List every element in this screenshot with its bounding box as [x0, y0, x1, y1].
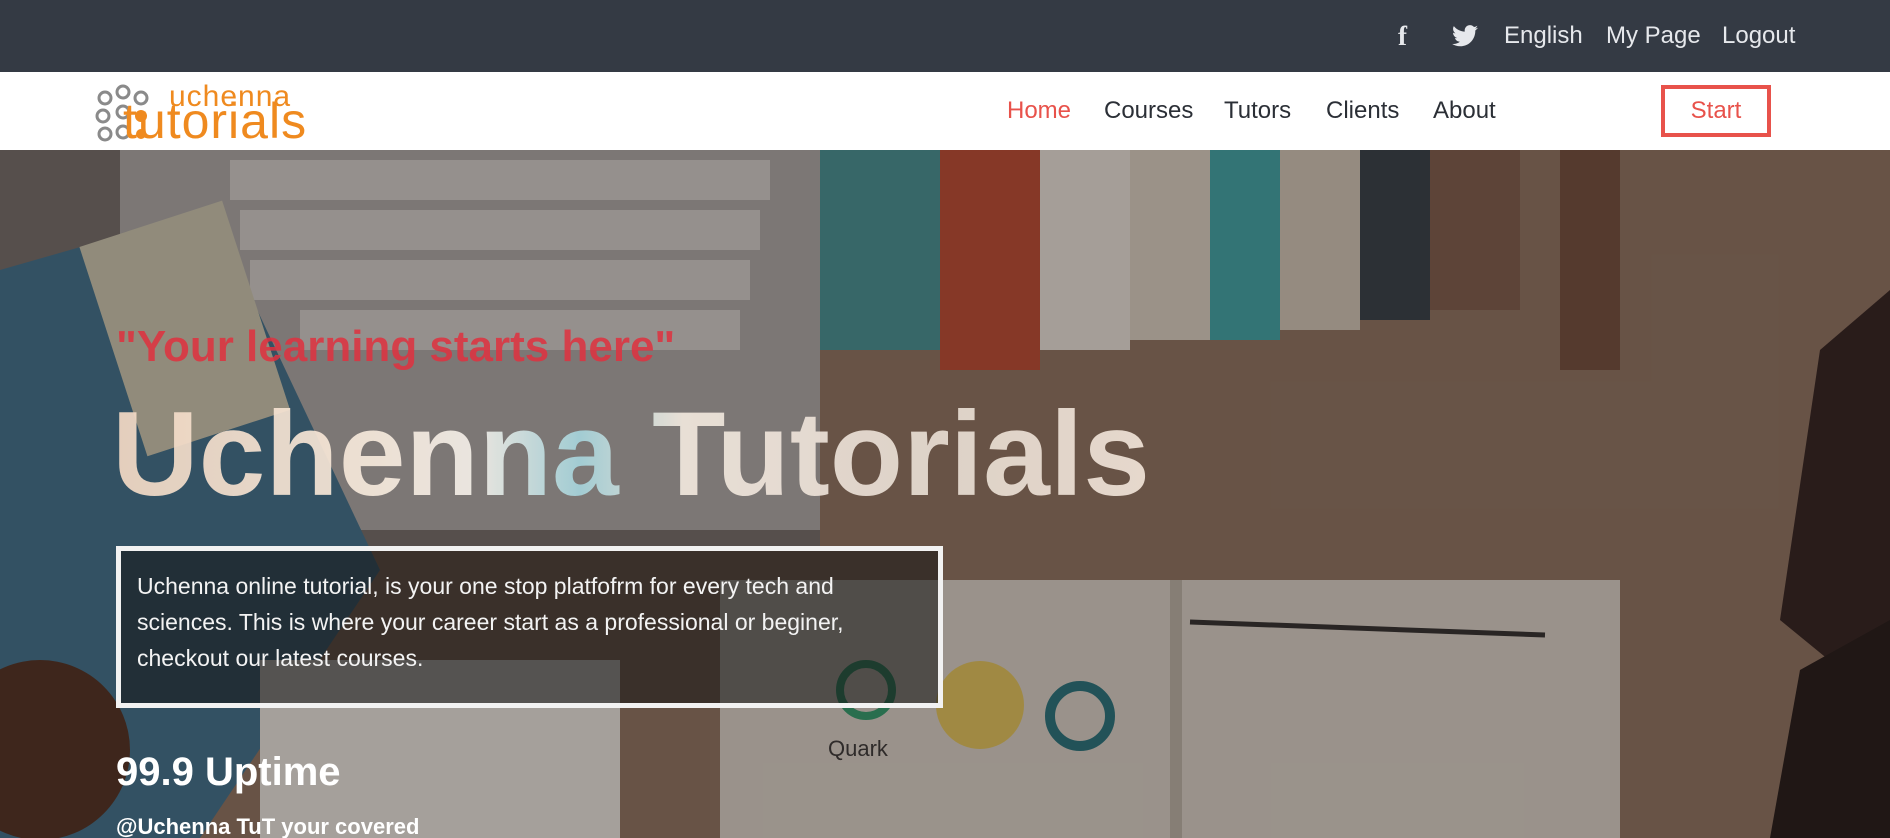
hero-description: Uchenna online tutorial, is your one sto…: [137, 573, 844, 671]
nav-about[interactable]: About: [1433, 72, 1496, 150]
hero-subtext: @Uchenna TuT your covered: [116, 814, 420, 838]
language-link[interactable]: English: [1504, 0, 1583, 72]
top-bar: f English My Page Logout: [0, 0, 1890, 72]
hero-title: Uchenna Tutorials: [112, 387, 1150, 521]
nav-courses[interactable]: Courses: [1104, 72, 1193, 150]
twitter-icon[interactable]: [1452, 0, 1480, 72]
logo-text-bottom: tutorials: [123, 93, 308, 149]
hero-description-box: Uchenna online tutorial, is your one sto…: [116, 546, 943, 708]
nav-tutors[interactable]: Tutors: [1224, 72, 1291, 150]
logout-link[interactable]: Logout: [1722, 0, 1795, 72]
main-nav: uchenna tutorials Home Courses Tutors Cl…: [0, 72, 1890, 150]
hero-tagline: "Your learning starts here": [116, 322, 676, 371]
start-button[interactable]: Start: [1661, 85, 1771, 137]
nav-home[interactable]: Home: [1007, 72, 1071, 150]
hero-section: Quark "Your learning starts here" Uchenn…: [0, 150, 1890, 838]
uptime-stat: 99.9 Uptime: [116, 750, 341, 794]
my-page-link[interactable]: My Page: [1606, 0, 1701, 72]
site-logo[interactable]: uchenna tutorials: [95, 80, 375, 149]
nav-clients[interactable]: Clients: [1326, 72, 1399, 150]
facebook-icon[interactable]: f: [1398, 0, 1407, 72]
